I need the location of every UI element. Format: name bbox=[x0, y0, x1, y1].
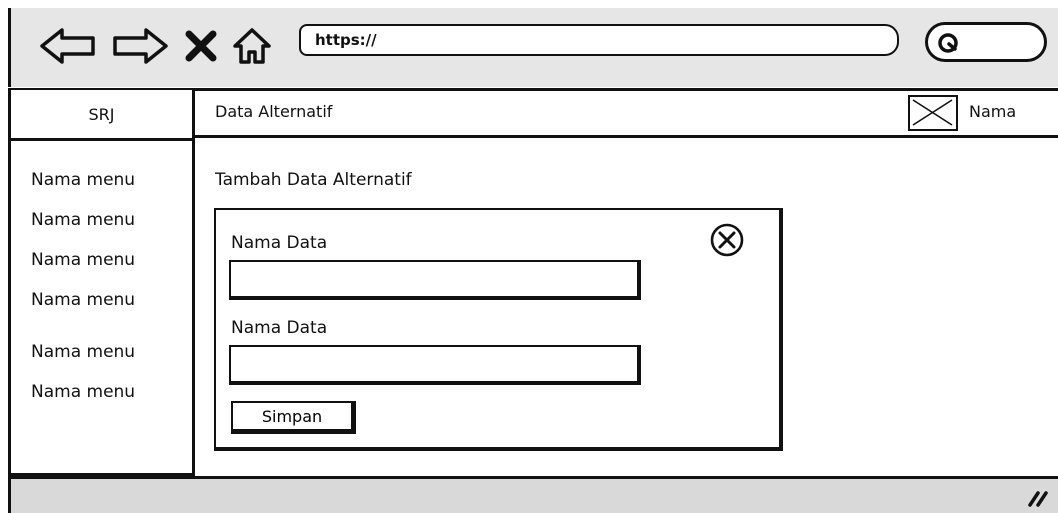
sidebar-item-3[interactable]: Nama menu bbox=[31, 249, 192, 289]
resize-grip-icon[interactable] bbox=[1026, 489, 1050, 507]
browser-search-box[interactable] bbox=[925, 22, 1047, 62]
url-text: https:// bbox=[315, 31, 377, 49]
back-arrow-icon[interactable] bbox=[37, 22, 99, 70]
nama-data-input-1[interactable] bbox=[229, 260, 641, 300]
modal-close-circle-x-icon[interactable] bbox=[709, 222, 745, 258]
sidebar-item-1[interactable]: Nama menu bbox=[31, 169, 192, 209]
sidebar-item-6[interactable]: Nama menu bbox=[31, 381, 192, 421]
browser-toolbar: https:// bbox=[8, 8, 1058, 91]
sidebar: SRJ Nama menu Nama menu Nama menu Nama m… bbox=[8, 90, 195, 476]
sidebar-menu: Nama menu Nama menu Nama menu Nama menu … bbox=[11, 141, 192, 421]
field-1-label: Nama Data bbox=[231, 233, 328, 253]
page-title: Tambah Data Alternatif bbox=[215, 170, 412, 190]
address-bar[interactable]: https:// bbox=[299, 24, 899, 56]
sidebar-item-4[interactable]: Nama menu bbox=[31, 289, 192, 341]
sidebar-item-2[interactable]: Nama menu bbox=[31, 209, 192, 249]
status-bar bbox=[8, 476, 1058, 513]
sidebar-item-5[interactable]: Nama menu bbox=[31, 341, 192, 381]
sidebar-brand: SRJ bbox=[11, 90, 192, 141]
search-icon bbox=[938, 33, 958, 53]
field-2-label: Nama Data bbox=[231, 318, 328, 338]
header-title: Data Alternatif bbox=[215, 102, 333, 121]
stop-close-x-icon[interactable] bbox=[181, 22, 221, 70]
top-header: Data Alternatif Nama bbox=[195, 90, 1058, 138]
header-user-name[interactable]: Nama bbox=[969, 102, 1016, 121]
simpan-button[interactable]: Simpan bbox=[231, 401, 356, 434]
forward-arrow-icon[interactable] bbox=[109, 22, 171, 70]
home-icon[interactable] bbox=[229, 22, 275, 70]
nama-data-input-2[interactable] bbox=[229, 345, 641, 385]
avatar-image-placeholder-icon[interactable] bbox=[908, 95, 958, 131]
